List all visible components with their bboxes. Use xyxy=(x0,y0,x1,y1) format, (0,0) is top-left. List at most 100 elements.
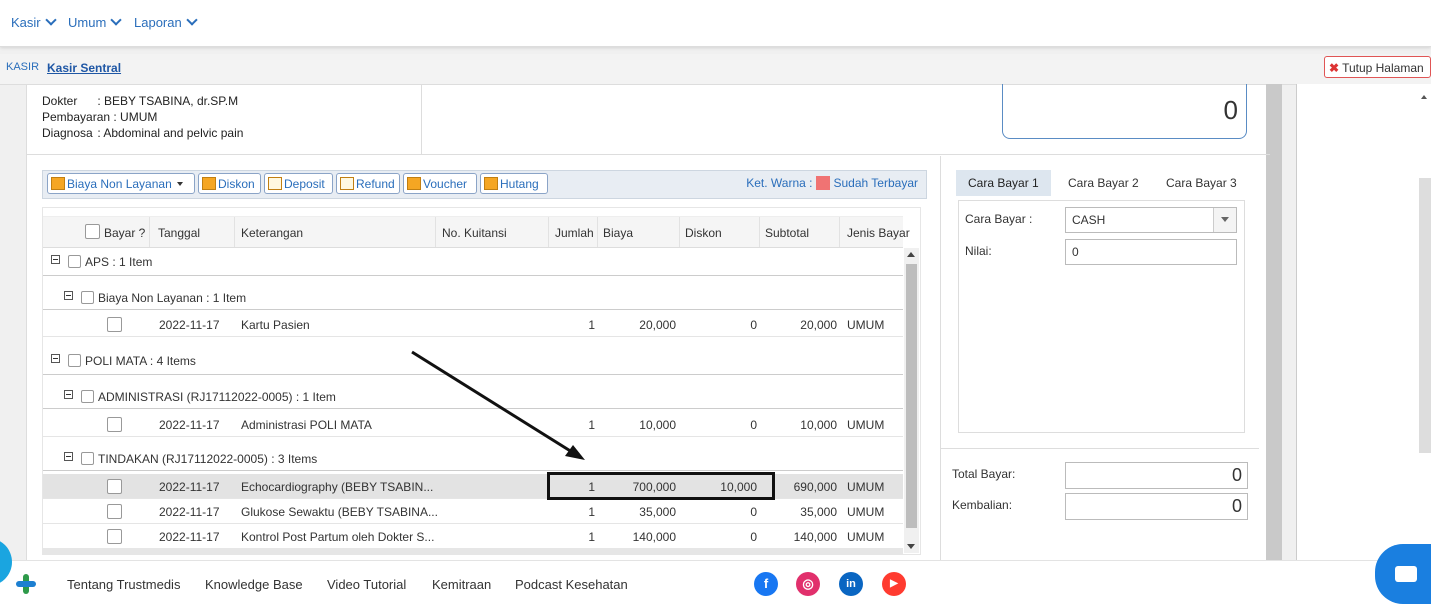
table-scrollbar[interactable] xyxy=(904,248,919,553)
row-checkbox[interactable] xyxy=(107,479,122,494)
col-diskon[interactable]: Diskon xyxy=(685,226,722,240)
row-checkbox[interactable] xyxy=(107,417,122,432)
instagram-icon[interactable]: ◎ xyxy=(796,572,820,596)
dokter-label: Dokter xyxy=(42,94,78,108)
table-row[interactable]: 2022-11-17 Glukose Sewaktu (BEBY TSABINA… xyxy=(43,499,903,524)
col-subtotal[interactable]: Subtotal xyxy=(765,226,809,240)
horizontal-scrollbar[interactable] xyxy=(43,548,903,554)
group-label: POLI MATA : 4 Items xyxy=(85,354,196,368)
diskon-label: Diskon xyxy=(218,177,255,191)
close-page-button[interactable]: ✖ Tutup Halaman xyxy=(1324,56,1431,78)
chevron-down-icon xyxy=(110,14,122,26)
collapse-icon[interactable] xyxy=(64,452,73,461)
checkbox-icon[interactable] xyxy=(81,452,94,465)
footer-link-podcast[interactable]: Podcast Kesehatan xyxy=(515,577,628,592)
col-keterangan[interactable]: Keterangan xyxy=(241,226,303,240)
collapse-icon[interactable] xyxy=(51,354,60,363)
group-row-poli-mata[interactable]: POLI MATA : 4 Items xyxy=(43,346,903,375)
group-label: TINDAKAN (RJ17112022-0005) : 3 Items xyxy=(98,452,318,466)
checkbox-icon[interactable] xyxy=(81,291,94,304)
youtube-icon[interactable]: ▶ xyxy=(882,572,906,596)
facebook-icon[interactable]: f xyxy=(754,572,778,596)
table-row[interactable]: 2022-11-17 Kartu Pasien 1 20,000 0 20,00… xyxy=(43,312,903,337)
chat-button[interactable] xyxy=(1375,544,1431,604)
col-divider xyxy=(548,217,549,247)
tab-prefix: KASIR xyxy=(6,61,40,73)
cell-subtotal: 690,000 xyxy=(793,480,837,494)
col-biaya[interactable]: Biaya xyxy=(603,226,633,240)
biaya-non-layanan-label: Biaya Non Layanan xyxy=(67,177,172,191)
color-legend: Ket. Warna : Sudah Terbayar xyxy=(746,176,918,190)
chat-icon xyxy=(1395,566,1417,582)
checkbox-icon[interactable] xyxy=(68,354,81,367)
page-scrollbar[interactable] xyxy=(1419,178,1431,453)
col-divider xyxy=(435,217,436,247)
col-tanggal[interactable]: Tanggal xyxy=(158,226,200,240)
cell-jumlah: 1 xyxy=(588,530,595,544)
footer-link-tentang[interactable]: Tentang Trustmedis xyxy=(67,577,180,592)
footer-link-kemitraan[interactable]: Kemitraan xyxy=(432,577,491,592)
cell-jenis-bayar: UMUM xyxy=(847,530,885,544)
group-row-biaya-non-layanan[interactable]: Biaya Non Layanan : 1 Item xyxy=(43,285,903,310)
hutang-button[interactable]: Hutang xyxy=(480,173,548,194)
total-bayar-label: Total Bayar: xyxy=(952,467,1016,481)
scroll-thumb[interactable] xyxy=(906,264,917,528)
checkbox-icon[interactable] xyxy=(81,390,94,403)
menu-kasir-label: Kasir xyxy=(11,15,41,30)
tab-cara-bayar-1[interactable]: Cara Bayar 1 xyxy=(956,170,1051,196)
menu-laporan[interactable]: Laporan xyxy=(134,14,198,30)
col-jumlah[interactable]: Jumlah xyxy=(555,226,594,240)
trustmedis-logo-icon[interactable] xyxy=(14,572,38,596)
group-row-tindakan[interactable]: TINDAKAN (RJ17112022-0005) : 3 Items xyxy=(43,446,903,471)
scroll-up-icon[interactable] xyxy=(1421,95,1427,99)
row-checkbox[interactable] xyxy=(107,529,122,544)
tab-cara-bayar-2[interactable]: Cara Bayar 2 xyxy=(1056,170,1151,196)
row-checkbox[interactable] xyxy=(107,317,122,332)
cell-jumlah: 1 xyxy=(588,318,595,332)
refund-button[interactable]: Refund xyxy=(336,173,400,194)
footer-link-video-tutorial[interactable]: Video Tutorial xyxy=(327,577,406,592)
info-separator xyxy=(26,154,1270,155)
cell-biaya: 20,000 xyxy=(639,318,676,332)
menu-umum[interactable]: Umum xyxy=(68,14,122,30)
col-divider xyxy=(679,217,680,247)
table-row[interactable]: 2022-11-17 Administrasi POLI MATA 1 10,0… xyxy=(43,412,903,437)
cell-tanggal: 2022-11-17 xyxy=(159,418,220,432)
linkedin-icon[interactable]: in xyxy=(839,572,863,596)
tab-cara-bayar-3[interactable]: Cara Bayar 3 xyxy=(1154,170,1249,196)
row-checkbox[interactable] xyxy=(107,504,122,519)
col-bayar[interactable]: Bayar ? xyxy=(104,226,145,240)
col-jenis-bayar[interactable]: Jenis Bayar xyxy=(847,226,910,240)
chevron-down-icon[interactable] xyxy=(1213,208,1236,232)
chevron-down-icon xyxy=(44,14,57,26)
tab-kasir-sentral[interactable]: Kasir Sentral xyxy=(47,61,121,75)
table-row[interactable]: 2022-11-17 Kontrol Post Partum oleh Dokt… xyxy=(43,524,903,549)
nilai-input[interactable]: 0 xyxy=(1065,239,1237,265)
checkbox-icon[interactable] xyxy=(68,255,81,268)
chevron-down-icon xyxy=(186,14,198,26)
menu-umum-label: Umum xyxy=(68,15,107,30)
menu-kasir[interactable]: Kasir xyxy=(11,14,57,30)
group-row-administrasi[interactable]: ADMINISTRASI (RJ17112022-0005) : 1 Item xyxy=(43,384,903,409)
footer-link-knowledge-base[interactable]: Knowledge Base xyxy=(205,577,303,592)
main-scrollbar[interactable] xyxy=(1266,84,1282,560)
group-row-aps[interactable]: APS : 1 Item xyxy=(43,247,903,276)
col-no-kuitansi[interactable]: No. Kuitansi xyxy=(442,226,507,240)
voucher-button[interactable]: Voucher xyxy=(403,173,477,194)
collapse-icon[interactable] xyxy=(51,255,60,264)
biaya-non-layanan-button[interactable]: Biaya Non Layanan xyxy=(47,173,195,194)
info-divider xyxy=(421,84,422,154)
cara-bayar-select[interactable]: CASH xyxy=(1065,207,1237,233)
scroll-down-icon[interactable] xyxy=(907,544,915,549)
collapse-icon[interactable] xyxy=(64,291,73,300)
dokter-value: : BEBY TSABINA, dr.SP.M xyxy=(97,94,239,108)
diskon-button[interactable]: Diskon xyxy=(198,173,261,194)
scroll-up-icon[interactable] xyxy=(907,252,915,257)
col-divider xyxy=(234,217,235,247)
col-divider xyxy=(839,217,840,247)
total-bayar-field: 0 xyxy=(1065,462,1248,489)
hutang-label: Hutang xyxy=(500,177,539,191)
select-all-checkbox[interactable] xyxy=(85,224,100,240)
deposit-button[interactable]: Deposit xyxy=(264,173,333,194)
collapse-icon[interactable] xyxy=(64,390,73,399)
